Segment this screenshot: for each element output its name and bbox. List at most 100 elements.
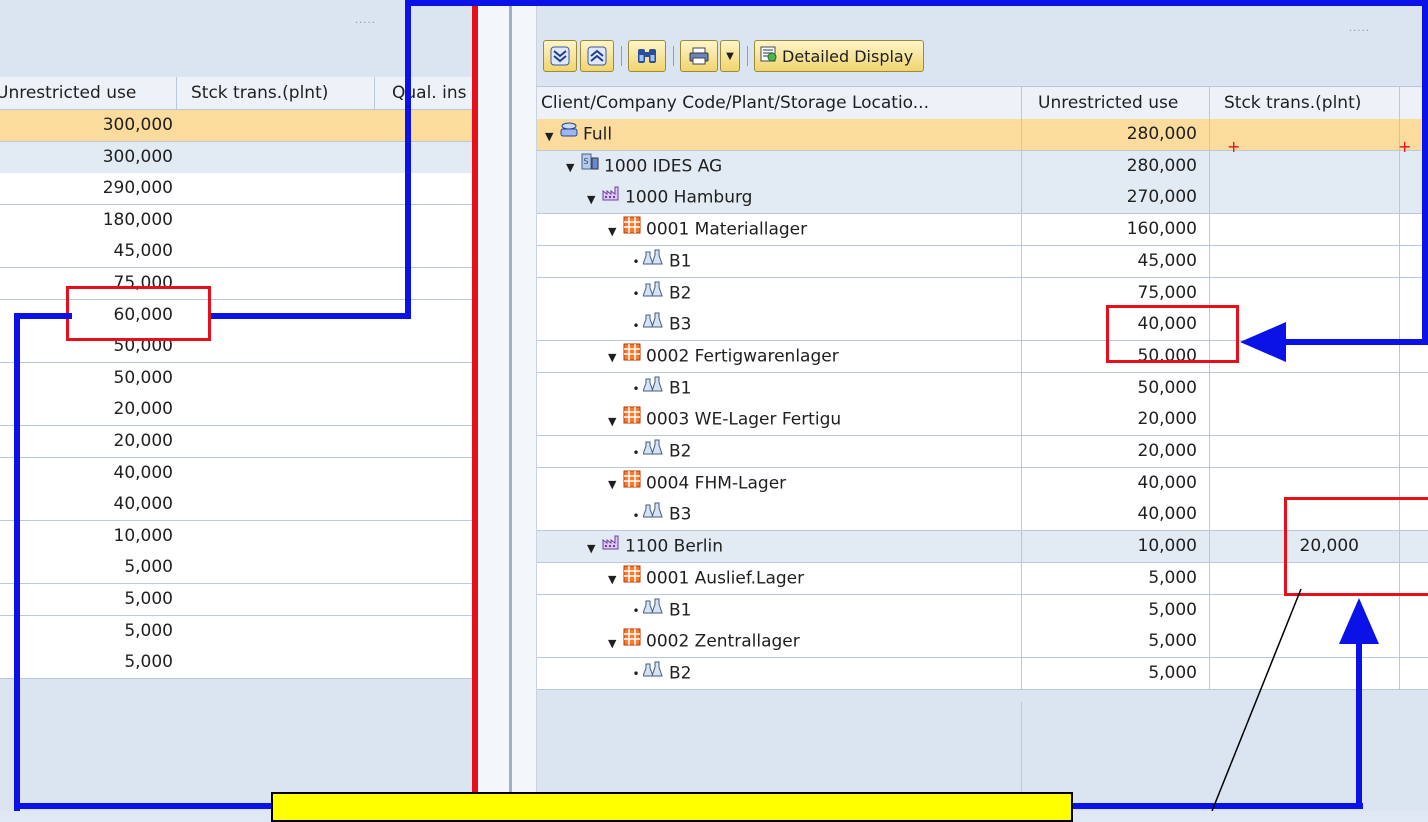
- col-unrestricted-use[interactable]: Unrestricted use: [0, 77, 177, 109]
- tree-node-label: 0004 FHM-Lager: [646, 473, 787, 494]
- tree-row[interactable]: • B1 45,000: [537, 245, 1428, 278]
- unrestricted-use-value: 40,000: [1137, 472, 1197, 493]
- storage-location-icon: [622, 404, 642, 435]
- leaf-bullet-icon: •: [632, 445, 640, 460]
- tree-node[interactable]: ▼ 1100 Berlin: [537, 531, 1022, 564]
- batch-icon: [642, 499, 665, 530]
- expand-toggle-icon[interactable]: ▼: [608, 406, 622, 437]
- printer-icon[interactable]: [680, 40, 718, 72]
- tree-node[interactable]: ▼ 0002 Fertigwarenlager: [537, 340, 1022, 373]
- tree-row[interactable]: • B1 50,000: [537, 372, 1428, 405]
- tree-node[interactable]: • B1: [537, 372, 1022, 404]
- expand-toggle-icon[interactable]: ▼: [608, 628, 622, 659]
- unrestricted-use-cell: 180,000: [102, 209, 173, 230]
- expand-toggle-icon[interactable]: ▼: [566, 152, 580, 183]
- unrestricted-use-cell: 75,000: [1022, 277, 1210, 309]
- tree-node[interactable]: • B2: [537, 436, 1022, 467]
- blue-connector: [1422, 0, 1428, 345]
- tree-row[interactable]: • B3 40,000: [537, 309, 1428, 342]
- tree-row[interactable]: ▼ 0001 Materiallager 160,000: [537, 214, 1428, 247]
- tree-node-label: B3: [669, 314, 692, 335]
- tree-node-label: B3: [669, 504, 692, 525]
- tree-row[interactable]: ▼ 0004 FHM-Lager 40,000: [537, 467, 1428, 500]
- tree-node[interactable]: • B2: [537, 657, 1022, 689]
- expand-toggle-icon[interactable]: ▼: [587, 533, 601, 564]
- table-row[interactable]: 40,000: [0, 489, 476, 522]
- tree-node-label: B1: [669, 251, 692, 272]
- tree-node[interactable]: ▼ S 1000 IDES AG: [537, 150, 1022, 183]
- unrestricted-use-value: 280,000: [1126, 124, 1197, 144]
- batch-icon: [642, 658, 665, 689]
- table-row[interactable]: 10,000: [0, 520, 476, 553]
- expand-toggle-icon[interactable]: ▼: [545, 121, 559, 152]
- tree-node[interactable]: ▼ 1000 Hamburg: [537, 182, 1022, 215]
- tree-row[interactable]: ▼ 0003 WE-Lager Fertigu 20,000: [537, 404, 1428, 437]
- table-row[interactable]: 50,000: [0, 362, 476, 395]
- splitter[interactable]: [476, 0, 537, 811]
- detailed-display-label: Detailed Display: [782, 46, 914, 66]
- collapse-all-icon[interactable]: [580, 40, 614, 72]
- table-row[interactable]: 20,000: [0, 426, 476, 458]
- table-row[interactable]: 40,000: [0, 457, 476, 490]
- col-unrestricted-use[interactable]: Unrestricted use: [1022, 87, 1210, 119]
- table-row[interactable]: 5,000: [0, 647, 476, 680]
- expand-toggle-icon[interactable]: ▼: [608, 216, 622, 247]
- table-row[interactable]: 20,000: [0, 394, 476, 427]
- stock-transfer-cell: [1210, 467, 1400, 499]
- unrestricted-use-cell: 5,000: [124, 589, 173, 609]
- red-divider-line: [472, 0, 478, 811]
- unrestricted-use-cell: 5,000: [1022, 562, 1210, 594]
- tree-row[interactable]: ▼ Full 280,000: [537, 119, 1428, 151]
- tree-node[interactable]: ▼ Full: [537, 119, 1022, 150]
- blue-connector: [14, 803, 272, 809]
- client-icon: [559, 119, 579, 150]
- tree-node-label: 1000 IDES AG: [604, 156, 723, 177]
- tree-node[interactable]: ▼ 0004 FHM-Lager: [537, 467, 1022, 500]
- batch-icon: [642, 436, 665, 467]
- table-row[interactable]: 5,000: [0, 615, 476, 648]
- tree-node[interactable]: • B3: [537, 309, 1022, 341]
- table-row[interactable]: 5,000: [0, 584, 476, 616]
- expand-toggle-icon[interactable]: ▼: [608, 469, 622, 500]
- tree-node[interactable]: ▼ 0001 Auslief.Lager: [537, 562, 1022, 595]
- tree-row[interactable]: • B2 75,000: [537, 277, 1428, 310]
- resize-grip-icon[interactable]: ·····: [1349, 26, 1370, 37]
- tree-row[interactable]: ▼ 0002 Fertigwarenlager 50,000: [537, 340, 1428, 373]
- tree-node-label: 1100 Berlin: [625, 536, 723, 557]
- unrestricted-use-cell: 5,000: [124, 652, 173, 673]
- unrestricted-use-cell: 280,000: [1022, 119, 1210, 150]
- unrestricted-use-cell: 20,000: [113, 431, 173, 451]
- tree-node[interactable]: • B2: [537, 277, 1022, 309]
- tree-node[interactable]: • B1: [537, 245, 1022, 277]
- storage-location-icon: [622, 563, 642, 594]
- blue-connector: [14, 313, 72, 319]
- tree-node[interactable]: ▼ 0003 WE-Lager Fertigu: [537, 404, 1022, 437]
- tree-row[interactable]: • B2 20,000: [537, 436, 1428, 468]
- tree-row[interactable]: ▼ 1000 Hamburg 270,000: [537, 182, 1428, 215]
- expand-all-icon[interactable]: [543, 40, 577, 72]
- unrestricted-use-cell: 50,000: [113, 367, 173, 388]
- unrestricted-use-cell: 270,000: [1022, 182, 1210, 214]
- tree-node-label: 1000 Hamburg: [625, 187, 753, 208]
- storage-location-icon: [622, 626, 642, 657]
- unrestricted-use-value: 160,000: [1126, 219, 1197, 240]
- tree-node[interactable]: • B1: [537, 594, 1022, 626]
- tree-row[interactable]: ▼ S 1000 IDES AG 280,000: [537, 150, 1428, 183]
- table-row[interactable]: 5,000: [0, 552, 476, 585]
- storage-location-icon: [622, 341, 642, 372]
- dropdown-arrow-icon[interactable]: ▼: [720, 40, 740, 72]
- col-hierarchy[interactable]: Client/Company Code/Plant/Storage Locati…: [537, 87, 1022, 119]
- tree-node[interactable]: ▼ 0001 Materiallager: [537, 214, 1022, 247]
- col-stck-trans-plnt[interactable]: Stck trans.(plnt): [1210, 87, 1400, 119]
- col-stck-trans-plnt[interactable]: Stck trans.(plnt): [177, 77, 375, 109]
- resize-grip-icon[interactable]: ·····: [355, 18, 376, 29]
- col-qual-ins[interactable]: Qual. ins: [376, 77, 476, 109]
- tree-node[interactable]: • B3: [537, 499, 1022, 531]
- tree-node[interactable]: ▼ 0002 Zentrallager: [537, 626, 1022, 659]
- expand-toggle-icon[interactable]: ▼: [587, 184, 601, 215]
- binoculars-icon[interactable]: [628, 40, 666, 72]
- detailed-display-button[interactable]: Detailed Display: [754, 40, 924, 72]
- tree-node-label: 0001 Auslief.Lager: [646, 568, 805, 589]
- expand-toggle-icon[interactable]: ▼: [608, 342, 622, 373]
- expand-toggle-icon[interactable]: ▼: [608, 564, 622, 595]
